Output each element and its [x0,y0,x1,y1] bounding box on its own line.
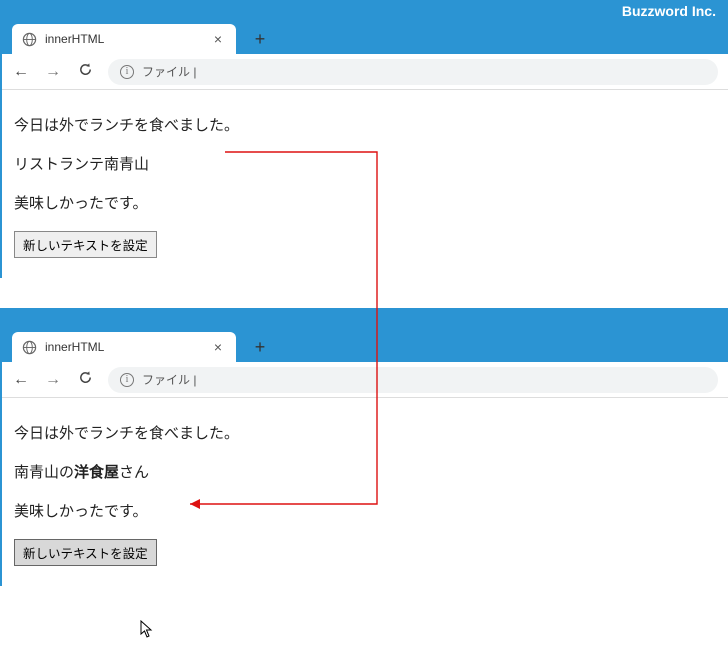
page-content: 今日は外でランチを食べました。 リストランテ南青山 美味しかったです。 新しいテ… [2,90,728,278]
tab-bar: innerHTML × + [2,22,728,54]
paragraph-1: 今日は外でランチを食べました。 [14,114,716,135]
toolbar: ← → i ファイル | [2,362,728,398]
close-icon[interactable]: × [210,31,226,47]
globe-icon [22,340,37,355]
page-content: 今日は外でランチを食べました。 南青山の洋食屋さん 美味しかったです。 新しいテ… [2,398,728,586]
tab-title: innerHTML [45,32,202,46]
paragraph-3: 美味しかったです。 [14,192,716,213]
browser-window-bottom: innerHTML × + ← → i ファイル | 今日は外でランチを食べまし… [0,308,728,586]
paragraph-1: 今日は外でランチを食べました。 [14,422,716,443]
reload-icon[interactable] [76,370,94,390]
address-text: ファイル | [142,371,196,388]
toolbar: ← → i ファイル | [2,54,728,90]
paragraph-2: リストランテ南青山 [14,153,716,174]
set-text-button[interactable]: 新しいテキストを設定 [14,539,157,566]
info-icon[interactable]: i [120,373,134,387]
forward-icon[interactable]: → [44,371,62,389]
browser-tab[interactable]: innerHTML × [12,24,236,54]
reload-icon[interactable] [76,62,94,82]
title-bar: Buzzword Inc. [2,0,728,22]
address-bar[interactable]: i ファイル | [108,59,718,85]
address-text: ファイル | [142,63,196,80]
close-icon[interactable]: × [210,339,226,355]
info-icon[interactable]: i [120,65,134,79]
back-icon[interactable]: ← [12,63,30,81]
mouse-cursor-icon [140,620,154,638]
set-text-button[interactable]: 新しいテキストを設定 [14,231,157,258]
address-bar[interactable]: i ファイル | [108,367,718,393]
new-tab-button[interactable]: + [246,333,274,361]
paragraph-3: 美味しかったです。 [14,500,716,521]
tab-bar: innerHTML × + [2,330,728,362]
new-tab-button[interactable]: + [246,25,274,53]
brand-label: Buzzword Inc. [622,3,716,19]
title-bar [2,308,728,330]
back-icon[interactable]: ← [12,371,30,389]
bold-text: 洋食屋 [74,464,119,481]
paragraph-2: 南青山の洋食屋さん [14,461,716,482]
forward-icon[interactable]: → [44,63,62,81]
panel-gap [0,278,728,308]
browser-window-top: Buzzword Inc. innerHTML × + ← → i ファイル |… [0,0,728,278]
tab-title: innerHTML [45,340,202,354]
globe-icon [22,32,37,47]
browser-tab[interactable]: innerHTML × [12,332,236,362]
